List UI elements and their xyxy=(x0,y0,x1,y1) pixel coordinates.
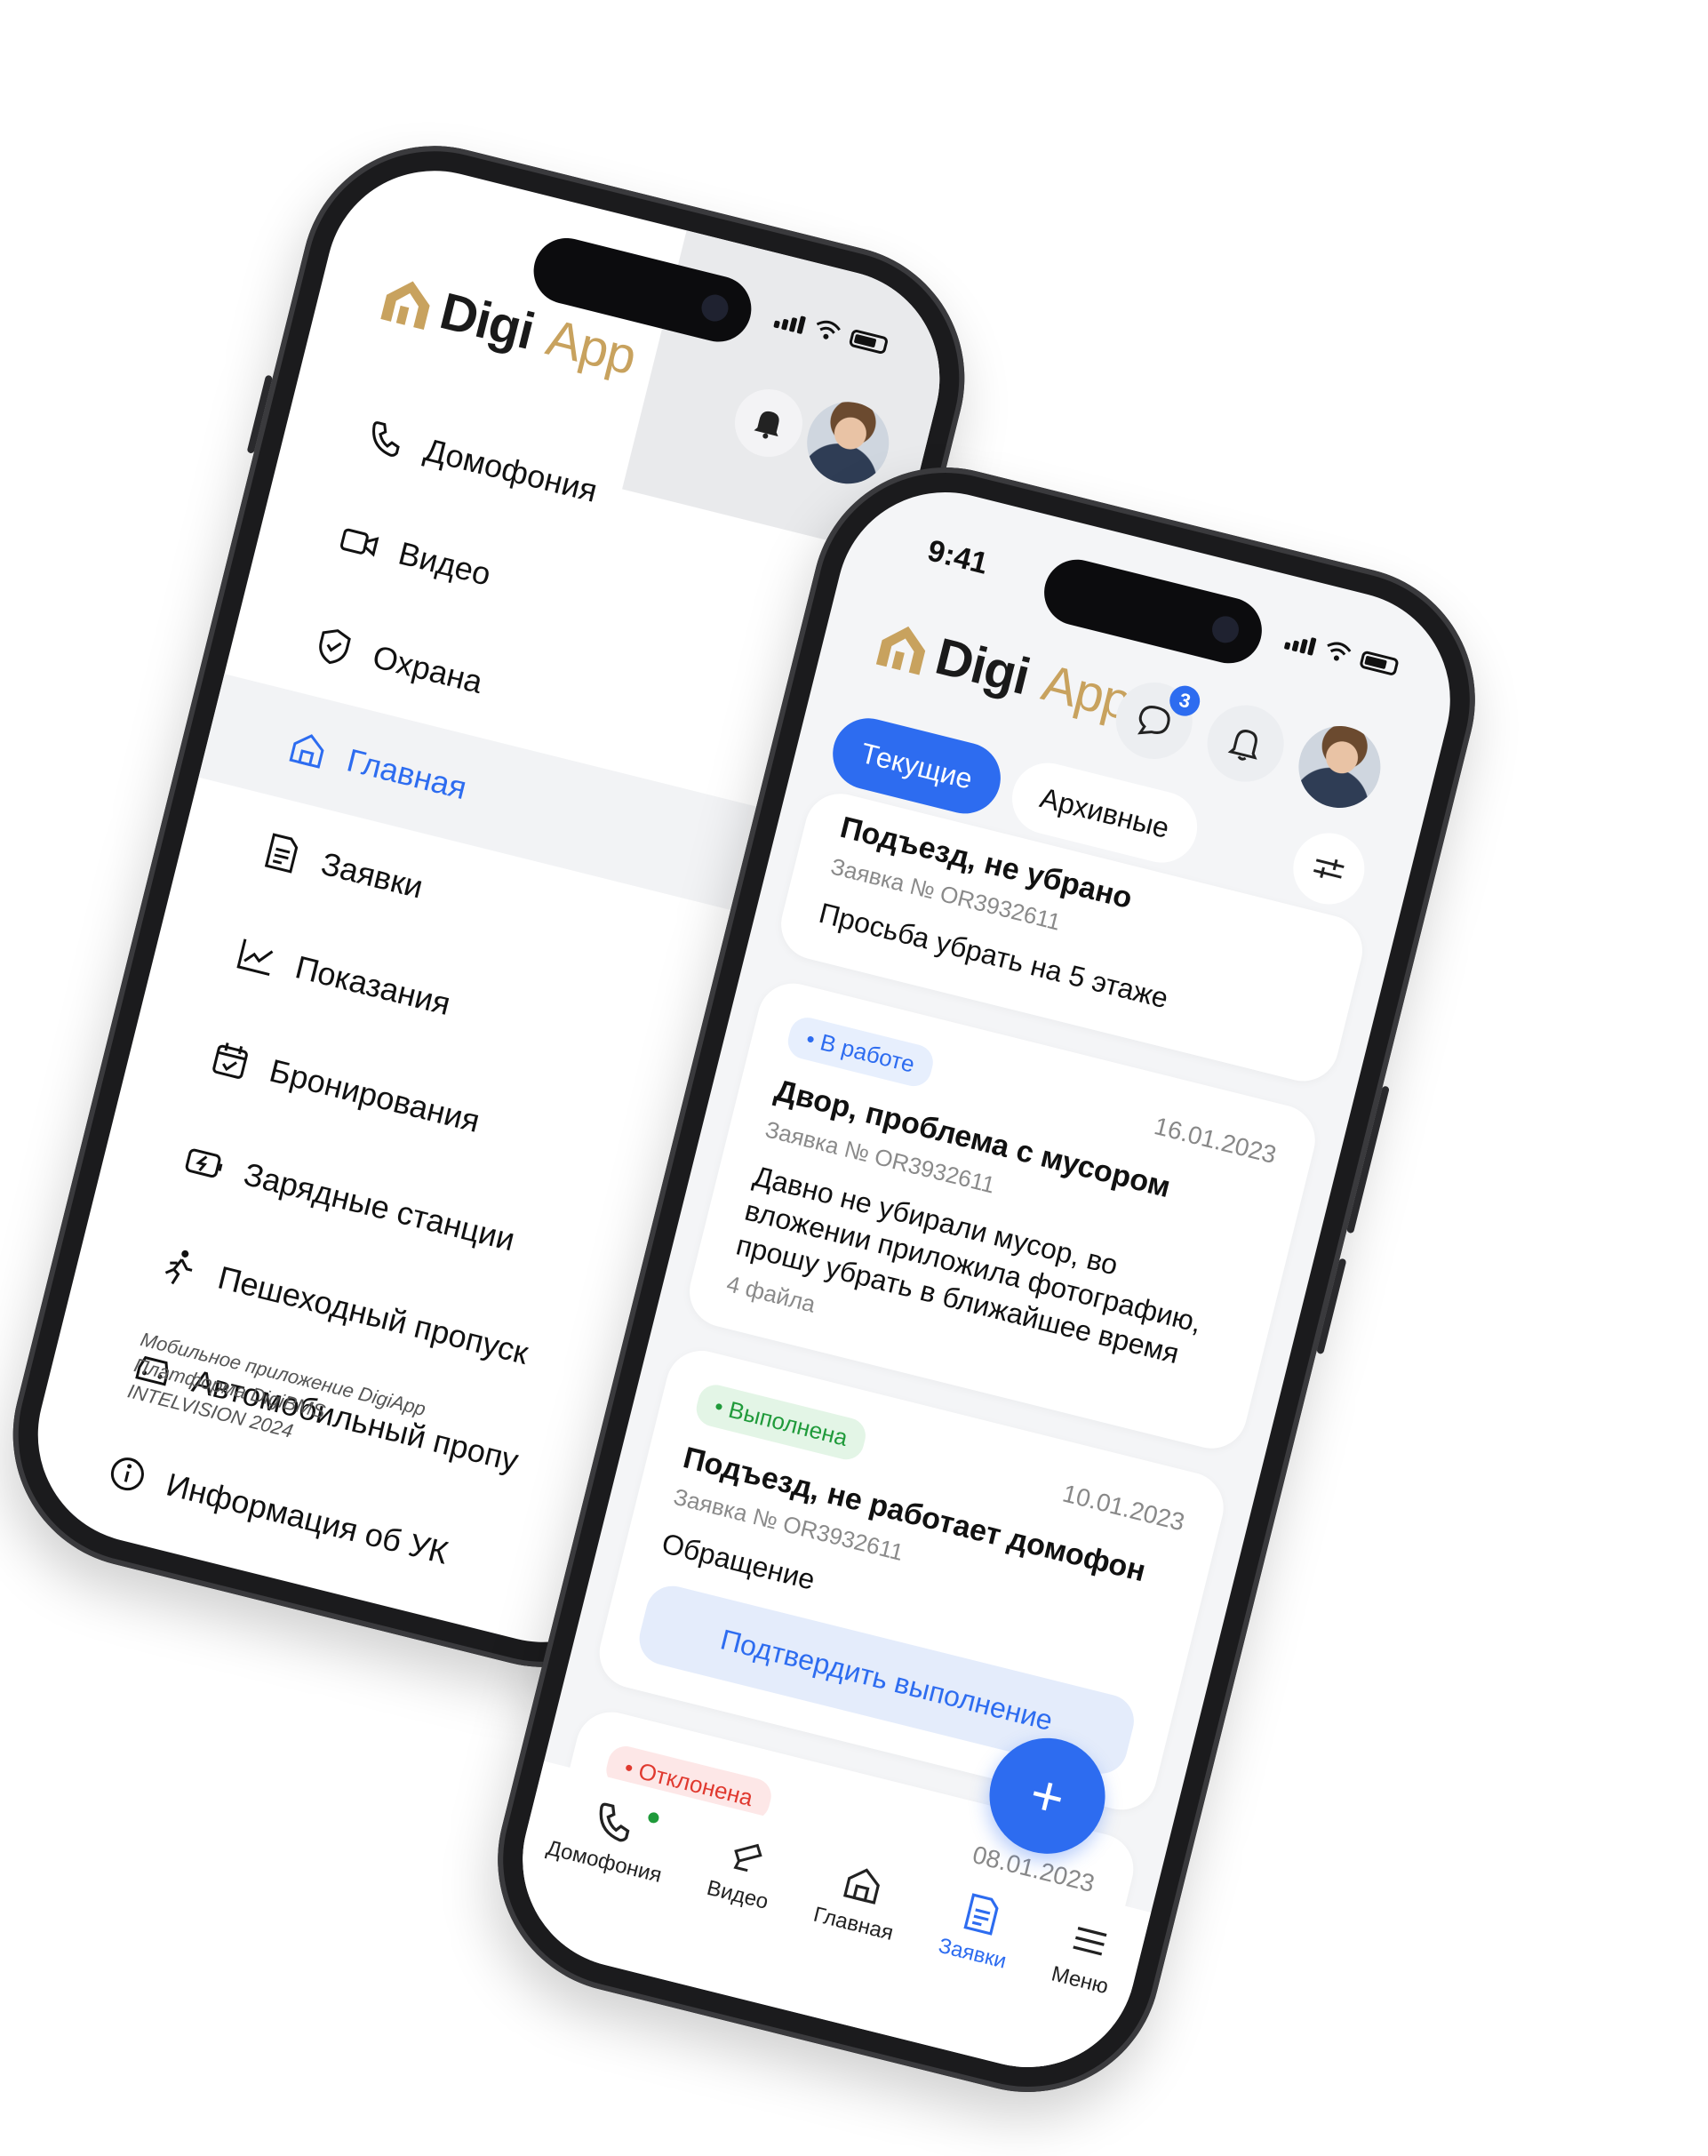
menu-item-label: Профиль xyxy=(137,1569,280,1639)
menu-item-label: Главная xyxy=(343,741,471,807)
tabbar-label: Главная xyxy=(810,1902,896,1945)
logo-mark-icon xyxy=(875,626,926,675)
chart-icon xyxy=(233,933,280,980)
info-icon xyxy=(104,1450,151,1497)
status-icons xyxy=(1283,628,1401,677)
menu-item-label: Показания xyxy=(291,948,455,1023)
menu-item-label: Заявки xyxy=(317,844,427,906)
menu-item-label: Видео xyxy=(395,534,495,593)
wifi-icon xyxy=(1327,642,1352,661)
volume-button xyxy=(246,374,274,454)
walk-icon xyxy=(156,1243,203,1290)
tabbar-item-menu[interactable]: Меню xyxy=(1049,1915,1122,2000)
document-icon xyxy=(963,1893,999,1936)
bell-icon xyxy=(754,411,779,439)
tabbar-label: Заявки xyxy=(936,1933,1010,1974)
phone-icon xyxy=(599,1802,630,1842)
status-badge: • В работе xyxy=(784,1013,937,1090)
home-icon xyxy=(284,726,331,773)
camera-icon xyxy=(733,1843,762,1873)
tabbar-label: Меню xyxy=(1049,1961,1111,2000)
menu-icon xyxy=(1073,1926,1107,1956)
signal-icon xyxy=(773,310,807,335)
request-date: 10.01.2023 xyxy=(1059,1479,1188,1536)
dynamic-island xyxy=(1037,552,1269,671)
wifi-icon xyxy=(816,320,841,339)
menu-item-label: Домофония xyxy=(420,431,602,509)
tabbar-label: Домофония xyxy=(544,1835,665,1888)
bell-icon xyxy=(1227,730,1257,761)
request-date: 16.01.2023 xyxy=(1151,1111,1280,1169)
tabbar-label: Видео xyxy=(704,1875,771,1914)
battery-icon xyxy=(848,328,890,355)
logo-digi: Digi xyxy=(434,282,540,361)
battery-icon xyxy=(1359,650,1400,677)
menu-item-label: Бронирования xyxy=(266,1051,484,1139)
filter-sliders-icon xyxy=(1313,858,1345,879)
avatar[interactable] xyxy=(1289,717,1390,817)
notifications-button[interactable] xyxy=(1199,697,1292,790)
online-indicator xyxy=(647,1811,660,1825)
home-icon xyxy=(843,1868,881,1904)
signal-icon xyxy=(1283,631,1317,656)
tabbar-item-requests[interactable]: Заявки xyxy=(936,1887,1020,1974)
calendar-icon xyxy=(207,1036,254,1083)
side-button xyxy=(1316,1258,1347,1355)
status-badge-text: Выполнена xyxy=(725,1395,850,1451)
shield-icon xyxy=(310,622,357,669)
chat-icon xyxy=(1137,706,1170,735)
filter-button[interactable] xyxy=(1285,825,1372,912)
phone-icon xyxy=(362,416,409,463)
status-badge-text: В работе xyxy=(818,1028,918,1078)
charger-icon xyxy=(181,1140,228,1187)
power-button xyxy=(1346,1085,1390,1234)
user-icon xyxy=(78,1553,125,1601)
logo-mark-icon xyxy=(380,280,430,330)
tabbar-item-video[interactable]: Видео xyxy=(704,1829,782,1915)
logo-digi: Digi xyxy=(930,627,1035,707)
tabbar-item-intercom[interactable]: Домофония xyxy=(544,1789,675,1888)
menu-item-label: Охрана xyxy=(369,637,487,701)
scene: Digi App Домофония Видео Охрана Главная … xyxy=(0,0,1708,2156)
video-icon xyxy=(336,519,383,566)
document-icon xyxy=(259,829,306,876)
tabbar-item-home[interactable]: Главная xyxy=(810,1856,906,1946)
status-time: 9:41 xyxy=(924,533,992,581)
